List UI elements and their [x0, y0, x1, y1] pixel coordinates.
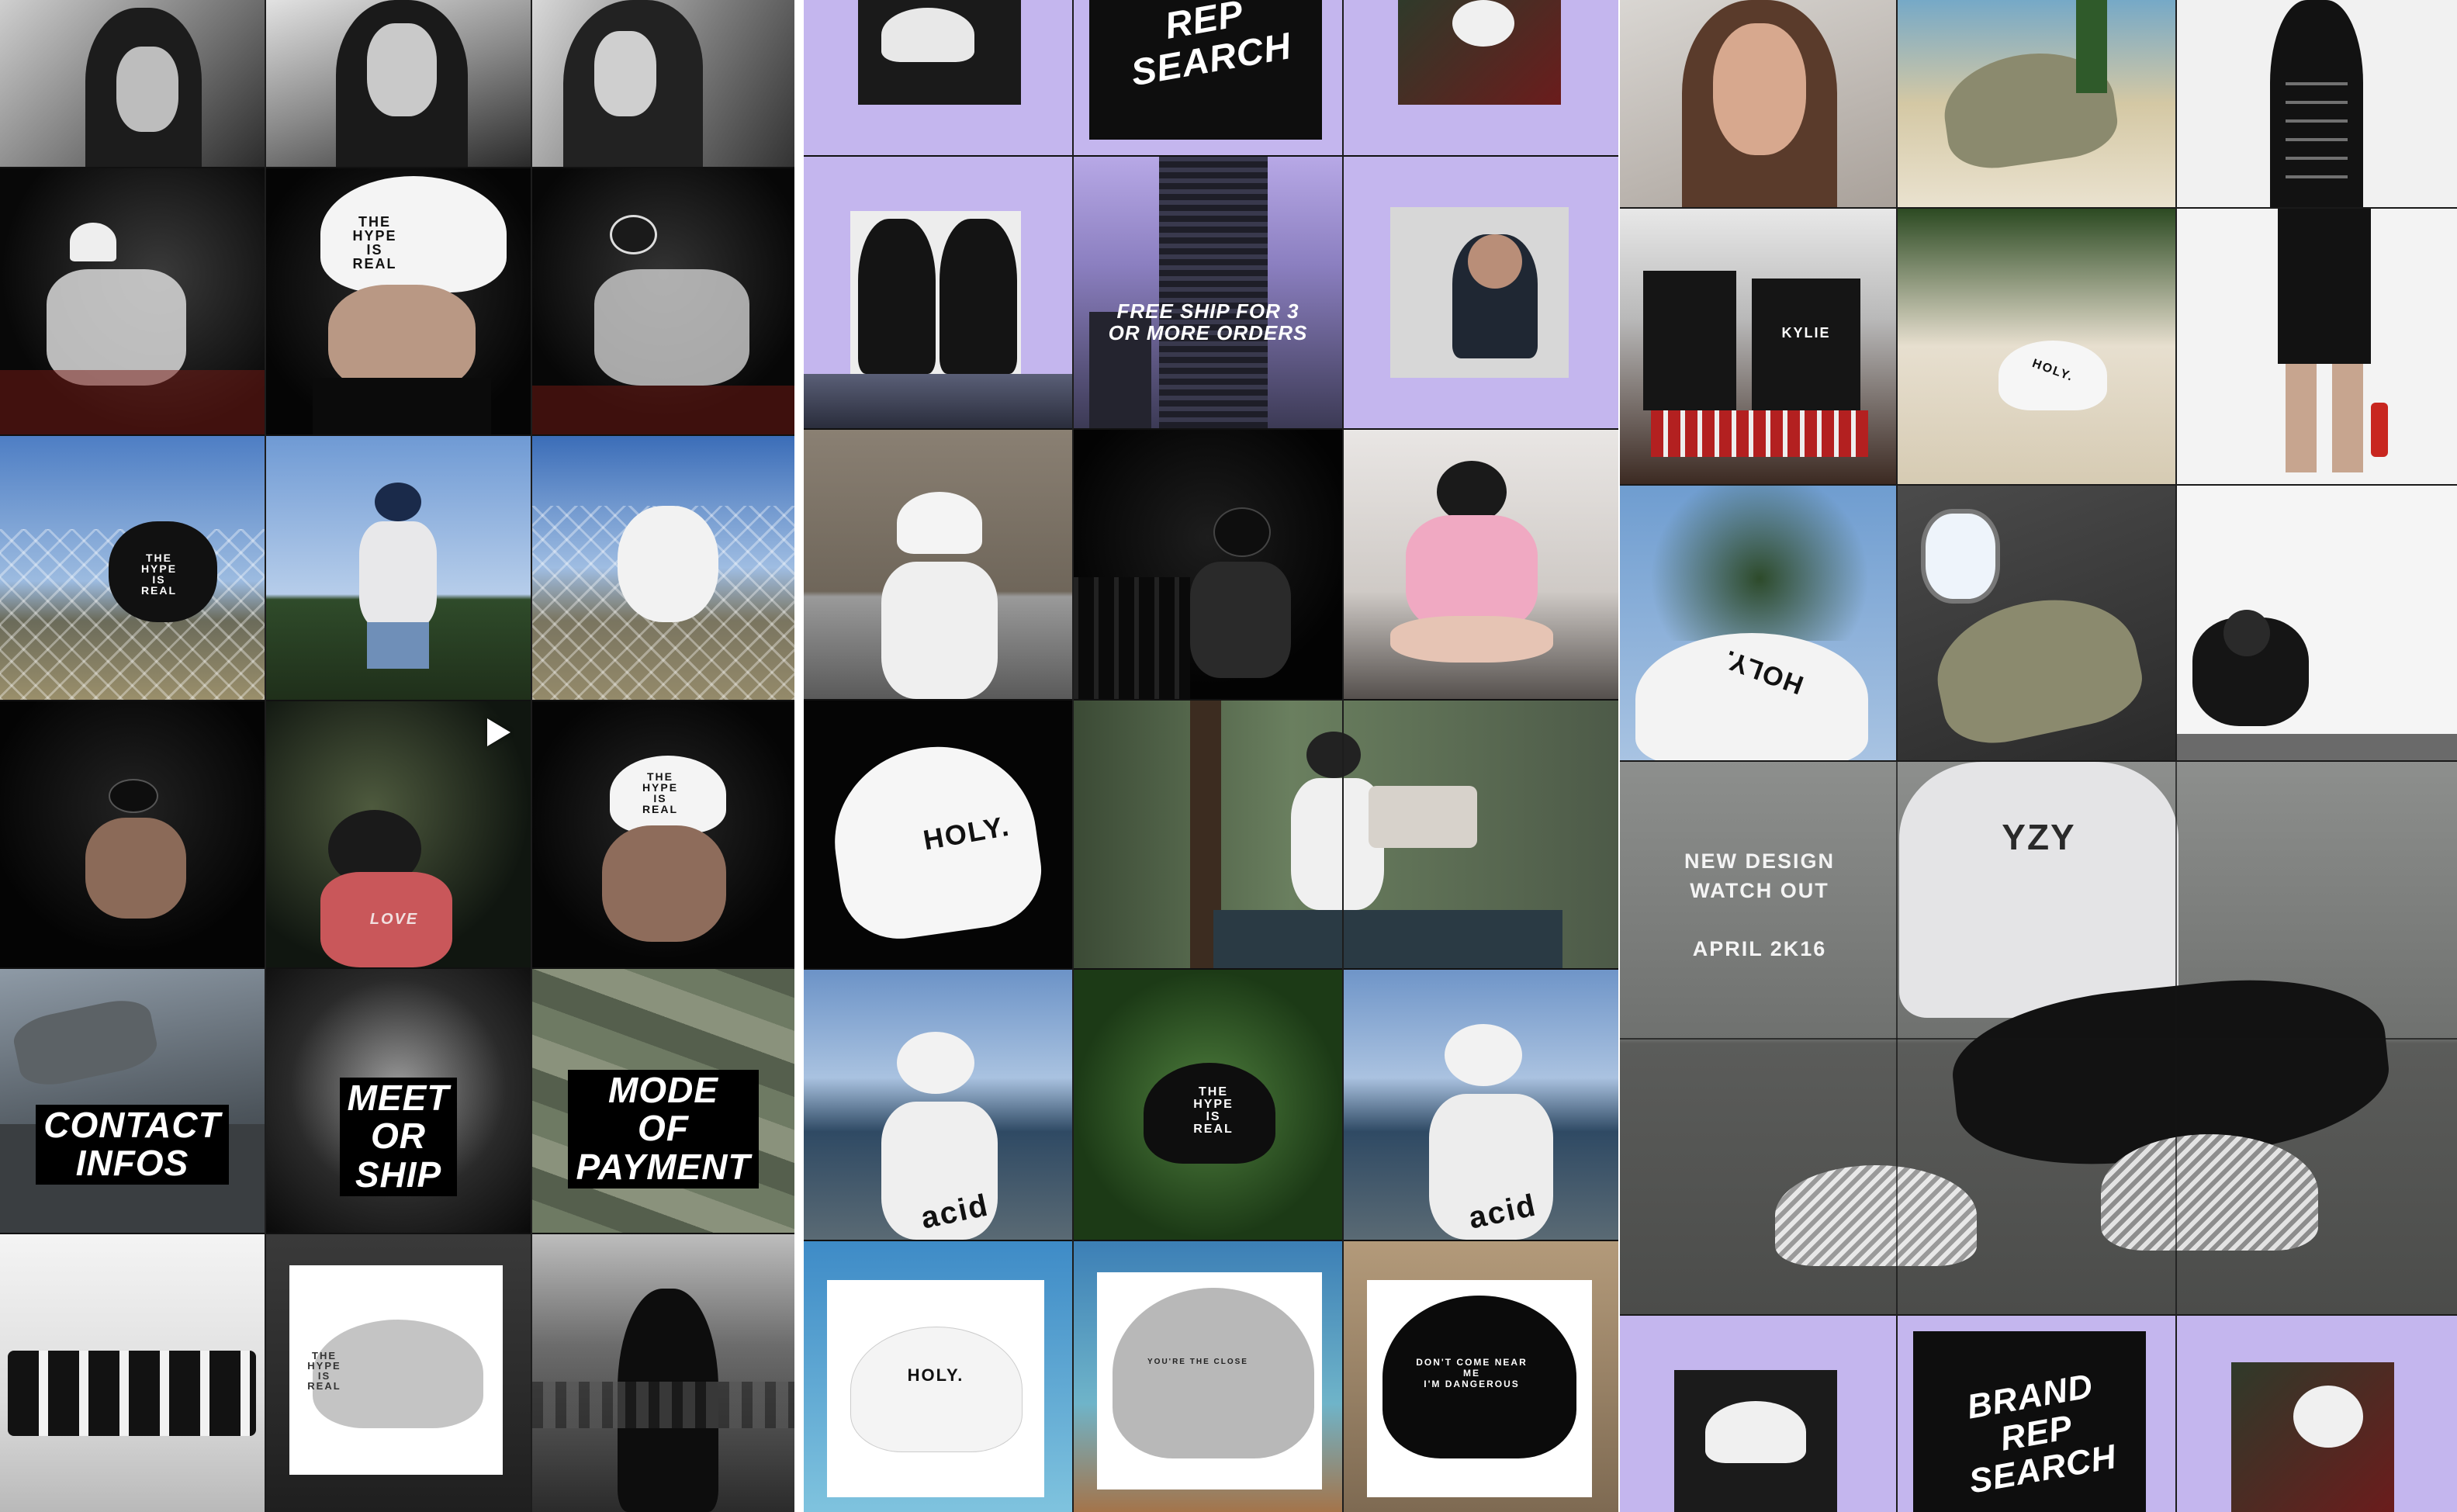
photo-tile[interactable]: [804, 430, 1072, 699]
product-tile[interactable]: HOLY.: [804, 1241, 1072, 1512]
photo-tile[interactable]: [0, 1234, 265, 1512]
product-tile[interactable]: HOLY.: [804, 701, 1072, 968]
repost-tile[interactable]: [1344, 0, 1618, 155]
photo-tile[interactable]: [266, 0, 531, 167]
repost-tile[interactable]: [804, 157, 1072, 428]
collage-panel-1: THE HYPE IS REAL THE HYPE IS REAL LOVE T…: [0, 0, 794, 1512]
grid-divider: [1342, 0, 1344, 1512]
collage-panel-3: KYLIE HOLY. HOLY. YZY NEW DESIGN WATCH O…: [1620, 0, 2457, 1512]
collage-panel-2: REP SEARCH FREE SHIP FOR 3 OR MORE ORDER…: [804, 0, 1618, 1512]
repost-tile[interactable]: [1344, 157, 1618, 428]
repost-tile[interactable]: [804, 0, 1072, 155]
tile-caption: MEET OR SHIP: [339, 1077, 458, 1196]
photo-tile[interactable]: THE HYPE IS REAL: [0, 436, 265, 700]
kylie-tile[interactable]: KYLIE: [1620, 209, 1896, 484]
cap-print: THE HYPE IS REAL: [1193, 1085, 1234, 1136]
photo-tile[interactable]: acid: [1344, 970, 1618, 1240]
photo-tile[interactable]: [0, 0, 265, 167]
grid-divider: [2175, 0, 2177, 762]
brand-rep-search-tile[interactable]: BRAND REP SEARCH: [1898, 1316, 2175, 1512]
meet-or-ship-tile[interactable]: MEET OR SHIP: [266, 969, 531, 1233]
cap-print: THE HYPE IS REAL: [352, 214, 397, 272]
photo-tile[interactable]: [0, 168, 265, 434]
photo-tile[interactable]: [0, 701, 265, 967]
tile-caption: MODE OF PAYMENT: [568, 1069, 759, 1188]
shirt-print: YZY: [2002, 817, 2076, 857]
photo-tile[interactable]: [1074, 430, 1342, 699]
tile-caption: NEW DESIGN WATCH OUT APRIL 2K16: [1684, 849, 1835, 961]
photo-tile[interactable]: [532, 168, 794, 434]
panel-separator: [794, 0, 804, 1512]
photo-tile[interactable]: LOVE: [266, 701, 531, 967]
play-icon[interactable]: [487, 718, 510, 746]
cap-print: THE HYPE IS REAL: [307, 1350, 341, 1392]
photo-tile[interactable]: HOLY.: [1620, 486, 1896, 760]
photo-tile[interactable]: [1898, 486, 2175, 760]
product-tile[interactable]: THE HYPE IS REAL: [266, 1234, 531, 1512]
tile-caption: CONTACT INFOS: [36, 1104, 229, 1185]
grid-divider: [1072, 0, 1074, 1512]
photo-tile[interactable]: acid: [804, 970, 1072, 1240]
collage-canvas: THE HYPE IS REAL THE HYPE IS REAL LOVE T…: [0, 0, 2457, 1512]
photo-tile[interactable]: THE HYPE IS REAL: [532, 701, 794, 967]
cap-print: HOLY.: [907, 1365, 964, 1385]
photo-tile[interactable]: [532, 1234, 794, 1512]
photo-tile[interactable]: [2177, 486, 2457, 760]
contact-infos-tile[interactable]: CONTACT INFOS: [0, 969, 265, 1233]
repost-tile[interactable]: [2177, 1316, 2457, 1512]
mode-of-payment-tile[interactable]: MODE OF PAYMENT: [532, 969, 794, 1233]
photo-tile[interactable]: [266, 436, 531, 700]
free-ship-tile[interactable]: FREE SHIP FOR 3 OR MORE ORDERS: [1074, 157, 1342, 428]
cap-print: YOU'RE THE CLOSE: [1147, 1358, 1248, 1366]
repost-tile[interactable]: [1620, 1316, 1896, 1512]
photo-tile[interactable]: [2177, 0, 2457, 207]
cap-print: LOVE: [369, 911, 419, 928]
cap-print: THE HYPE IS REAL: [140, 552, 178, 597]
photo-tile[interactable]: [532, 436, 794, 700]
photo-tile[interactable]: THE HYPE IS REAL: [1074, 970, 1342, 1240]
cap-print: DON'T COME NEAR ME I'M DANGEROUS: [1416, 1357, 1528, 1389]
photo-tile[interactable]: HOLY.: [1898, 209, 2175, 484]
panel-separator: [1618, 0, 1620, 1512]
grid-divider: [1896, 1314, 1898, 1512]
photo-tile[interactable]: [532, 0, 794, 167]
tile-caption: FREE SHIP FOR 3 OR MORE ORDERS: [1108, 299, 1308, 345]
photo-tile[interactable]: THE HYPE IS REAL: [266, 168, 531, 434]
photo-tile[interactable]: [1344, 430, 1618, 699]
photo-tile[interactable]: [1074, 701, 1618, 968]
grid-divider: [1620, 1038, 2457, 1040]
photo-tile[interactable]: [2177, 209, 2457, 484]
photo-tile[interactable]: [1620, 0, 1896, 207]
grid-divider: [265, 0, 266, 1512]
grid-divider: [531, 0, 532, 1512]
cap-print: THE HYPE IS REAL: [642, 770, 679, 815]
box-label: KYLIE: [1781, 325, 1831, 341]
photo-tile[interactable]: [1898, 0, 2175, 207]
grid-divider: [1896, 0, 1898, 762]
rep-search-tile[interactable]: REP SEARCH: [1074, 0, 1342, 155]
product-tile[interactable]: DON'T COME NEAR ME I'M DANGEROUS: [1344, 1241, 1618, 1512]
new-design-tile[interactable]: YZY NEW DESIGN WATCH OUT APRIL 2K16: [1620, 762, 2457, 1314]
product-tile[interactable]: YOU'RE THE CLOSE: [1074, 1241, 1342, 1512]
grid-divider: [2175, 1314, 2177, 1512]
